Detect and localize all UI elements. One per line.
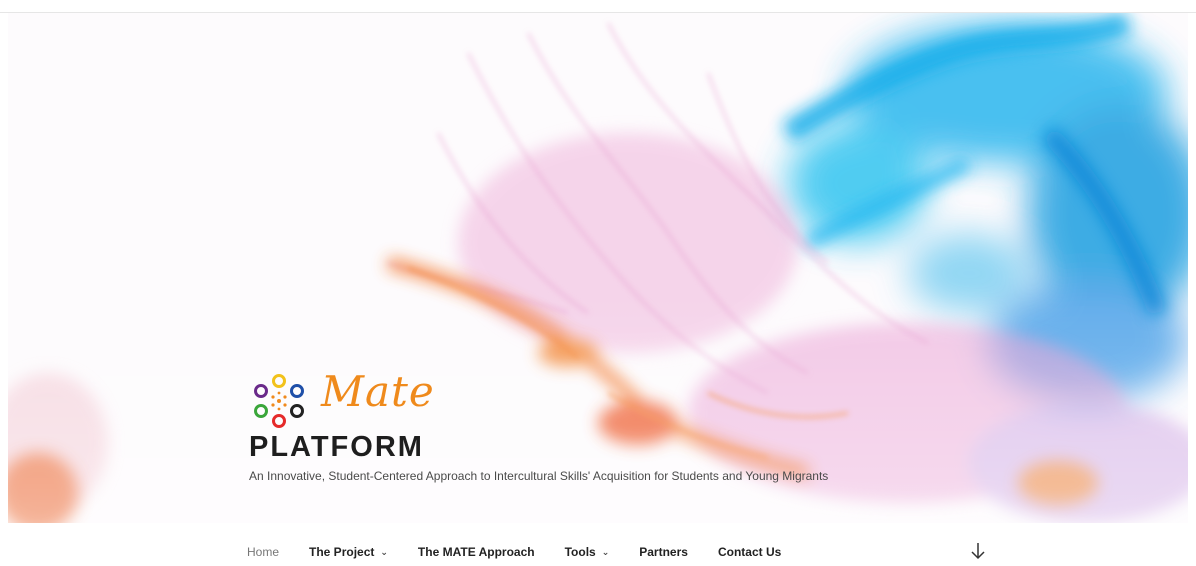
nav-item-mate-approach[interactable]: The MATE Approach (418, 544, 535, 560)
chevron-down-icon: ⌄ (380, 546, 388, 557)
nav-item-label: The MATE Approach (417, 545, 535, 559)
circles-logo-icon (254, 374, 304, 428)
site-description: An Innovative, Student-Centered Approach… (249, 469, 829, 483)
arrow-down-icon[interactable] (970, 541, 986, 561)
nav-menu: Home The Project ⌄ The MATE Approach Too… (247, 544, 811, 560)
logo-wordmark: Mate (321, 367, 435, 416)
site-title[interactable]: PLATFORM (249, 431, 424, 464)
header-hero-image: Mate PLATFORM An Innovative, Student-Cen… (8, 13, 1188, 523)
nav-item-tools[interactable]: Tools ⌄ (565, 544, 610, 560)
site-branding: Mate PLATFORM An Innovative, Student-Cen… (249, 363, 1149, 493)
chevron-down-icon: ⌄ (601, 546, 610, 557)
nav-item-label: Home (247, 545, 280, 559)
nav-item-home[interactable]: Home (247, 544, 279, 560)
nav-item-the-project[interactable]: The Project ⌄ (309, 544, 388, 560)
nav-item-label: Contact Us (717, 545, 782, 559)
mate-logo[interactable]: Mate (249, 363, 439, 428)
nav-item-contact-us[interactable]: Contact Us (718, 544, 781, 560)
nav-item-partners[interactable]: Partners (639, 544, 688, 560)
nav-item-label: The Project (309, 545, 375, 559)
nav-item-label: Partners (639, 545, 688, 559)
nav-item-label: Tools (564, 545, 596, 559)
main-navigation: Home The Project ⌄ The MATE Approach Too… (0, 523, 1196, 566)
top-border (0, 0, 1196, 13)
